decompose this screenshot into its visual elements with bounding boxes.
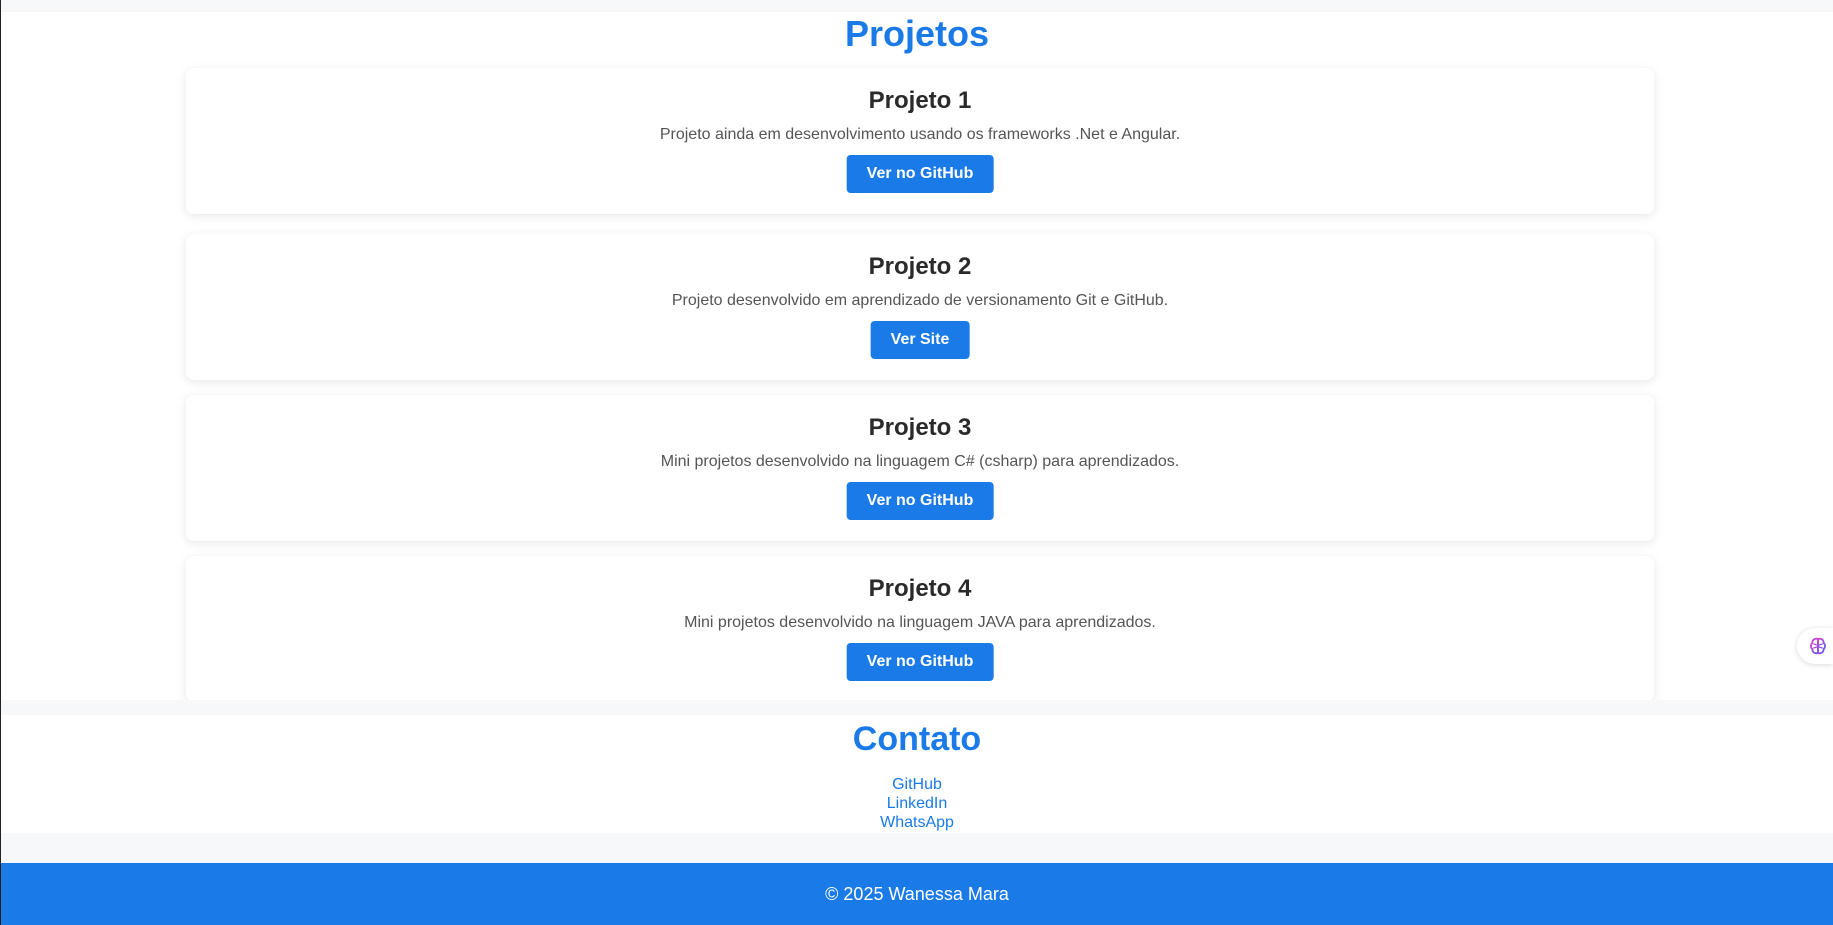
project-card-3: Projeto 3 Mini projetos desenvolvido na … <box>186 395 1654 541</box>
project-title: Projeto 2 <box>868 253 972 280</box>
contact-section: Contato GitHub LinkedIn WhatsApp <box>1 715 1833 833</box>
project-card-4: Projeto 4 Mini projetos desenvolvido na … <box>186 556 1654 702</box>
view-github-button[interactable]: Ver no GitHub <box>846 643 994 681</box>
view-github-button[interactable]: Ver no GitHub <box>846 155 994 193</box>
project-description: Projeto ainda em desenvolvimento usando … <box>659 126 1181 143</box>
project-description: Mini projetos desenvolvido na linguagem … <box>660 453 1180 470</box>
project-title: Projeto 3 <box>868 414 972 441</box>
section-divider <box>1 700 1833 715</box>
contact-title: Contato <box>852 720 982 758</box>
linkedin-link[interactable]: LinkedIn <box>1 794 1833 813</box>
projects-title: Projetos <box>844 13 990 54</box>
copyright-text: © 2025 Wanessa Mara <box>825 884 1009 904</box>
projects-section: Projetos Projeto 1 Projeto ainda em dese… <box>1 12 1833 702</box>
view-github-button[interactable]: Ver no GitHub <box>846 482 994 520</box>
brain-icon <box>1810 637 1826 655</box>
project-description: Projeto desenvolvido em aprendizado de v… <box>671 292 1169 309</box>
section-divider <box>1 833 1833 863</box>
extension-widget[interactable] <box>1797 628 1833 664</box>
project-title: Projeto 1 <box>868 87 972 114</box>
project-title: Projeto 4 <box>868 575 972 602</box>
footer: © 2025 Wanessa Mara <box>1 863 1833 925</box>
project-description: Mini projetos desenvolvido na linguagem … <box>684 614 1156 631</box>
project-card-1: Projeto 1 Projeto ainda em desenvolvimen… <box>186 68 1654 214</box>
whatsapp-link[interactable]: WhatsApp <box>1 813 1833 832</box>
view-site-button[interactable]: Ver Site <box>870 321 970 359</box>
top-band <box>1 0 1833 12</box>
contact-links: GitHub LinkedIn WhatsApp <box>1 775 1833 832</box>
page: Projetos Projeto 1 Projeto ainda em dese… <box>0 0 1833 925</box>
project-card-2: Projeto 2 Projeto desenvolvido em aprend… <box>186 234 1654 380</box>
github-link[interactable]: GitHub <box>1 775 1833 794</box>
